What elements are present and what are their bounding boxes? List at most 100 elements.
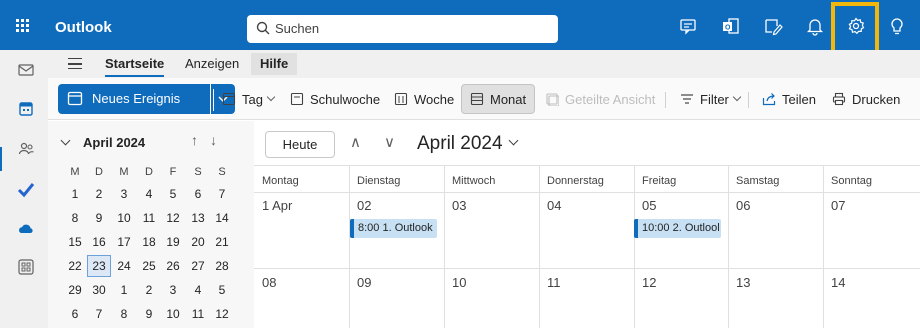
mini-calendar-day[interactable]: 5 — [161, 183, 185, 205]
toolbar-divider — [665, 92, 666, 108]
mini-calendar-day[interactable]: 6 — [186, 183, 210, 205]
day-cell-date[interactable]: 08 — [262, 275, 276, 290]
mini-calendar-day[interactable]: 8 — [112, 303, 136, 325]
mini-calendar-day[interactable]: 2 — [137, 279, 161, 301]
calendar-event[interactable]: 10:00 2. Outlool — [634, 219, 721, 238]
previous-month-icon[interactable]: ∧ — [350, 133, 361, 151]
day-cell-date[interactable]: 11 — [547, 275, 561, 290]
calendar-event[interactable]: 8:00 1. Outlook — [350, 219, 437, 238]
mini-calendar-day[interactable]: 19 — [161, 231, 185, 253]
chevron-down-icon[interactable] — [508, 135, 519, 146]
weekday-label: F — [169, 166, 177, 178]
mini-calendar-day[interactable]: 24 — [112, 255, 136, 277]
arrow-up-icon[interactable]: ↑ — [191, 132, 198, 148]
day-cell-date[interactable]: 09 — [357, 275, 371, 290]
share-icon — [762, 93, 776, 106]
mini-calendar-day[interactable]: 6 — [63, 303, 87, 325]
mini-calendar-day[interactable]: 11 — [186, 303, 210, 325]
mail-icon[interactable] — [17, 61, 35, 79]
today-button[interactable]: Heute — [265, 131, 335, 158]
tab-startseite[interactable]: Startseite — [105, 56, 165, 77]
mini-calendar-day[interactable]: 4 — [186, 279, 210, 301]
chevron-down-icon[interactable] — [60, 135, 71, 146]
mini-calendar-day[interactable]: 23 — [87, 255, 111, 277]
mini-calendar-day[interactable]: 21 — [210, 231, 234, 253]
tab-anzeigen[interactable]: Anzeigen — [185, 56, 239, 71]
app-title[interactable]: Outlook — [55, 19, 112, 36]
print-button[interactable]: Drucken — [832, 84, 900, 114]
mini-calendar: April 2024 ↑ ↓ M D M D F S S 1 2 3 4 5 6 7 8 9 10 11 12 13 14… — [48, 121, 254, 328]
todo-check-icon[interactable] — [17, 180, 35, 198]
mini-calendar-day[interactable]: 26 — [161, 255, 185, 277]
day-cell-date[interactable]: 06 — [736, 198, 750, 213]
mini-calendar-day[interactable]: 29 — [63, 279, 87, 301]
app-launcher-icon[interactable] — [16, 19, 29, 32]
mini-calendar-day[interactable]: 25 — [137, 255, 161, 277]
month-title[interactable]: April 2024 — [417, 133, 503, 155]
mini-calendar-day[interactable]: 1 — [112, 279, 136, 301]
day-cell-date[interactable]: 02 — [357, 198, 371, 213]
mini-calendar-day[interactable]: 3 — [161, 279, 185, 301]
mini-calendar-day[interactable]: 12 — [161, 207, 185, 229]
mini-calendar-day[interactable]: 7 — [87, 303, 111, 325]
menu-hamburger-icon[interactable] — [68, 58, 82, 69]
week-view-button[interactable]: Woche — [394, 84, 454, 114]
mini-calendar-day[interactable]: 10 — [161, 303, 185, 325]
day-cell-date[interactable]: 07 — [831, 198, 845, 213]
mini-calendar-day[interactable]: 30 — [87, 279, 111, 301]
mini-calendar-day[interactable]: 2 — [87, 183, 111, 205]
day-view-button[interactable]: Tag — [222, 84, 276, 114]
onedrive-cloud-icon[interactable] — [17, 220, 35, 238]
mini-calendar-day[interactable]: 20 — [186, 231, 210, 253]
mini-calendar-day[interactable]: 12 — [210, 303, 234, 325]
mini-calendar-day[interactable]: 22 — [63, 255, 87, 277]
search-box[interactable]: Suchen — [247, 15, 558, 43]
mini-calendar-day[interactable]: 11 — [137, 207, 161, 229]
mini-calendar-day[interactable]: 28 — [210, 255, 234, 277]
new-event-button[interactable]: Neues Ereignis — [58, 84, 210, 114]
day-cell-date[interactable]: 04 — [547, 198, 561, 213]
ribbon-toolbar: Neues Ereignis Tag Schulwoche Woche Mona… — [48, 78, 920, 120]
notifications-bell-icon[interactable] — [804, 15, 826, 37]
tab-hilfe[interactable]: Hilfe — [251, 53, 298, 75]
mini-calendar-day[interactable]: 5 — [210, 279, 234, 301]
next-month-icon[interactable]: ∨ — [384, 133, 395, 151]
mini-calendar-day[interactable]: 7 — [210, 183, 234, 205]
day-cell-date[interactable]: 1 Apr — [262, 198, 292, 213]
printer-icon — [832, 92, 846, 106]
mini-calendar-day[interactable]: 9 — [137, 303, 161, 325]
day-cell-date[interactable]: 14 — [831, 275, 845, 290]
mini-calendar-day[interactable]: 16 — [87, 231, 111, 253]
tips-lightbulb-icon[interactable] — [886, 15, 908, 37]
people-icon[interactable] — [17, 140, 35, 158]
mini-calendar-day[interactable]: 8 — [63, 207, 87, 229]
day-cell-date[interactable]: 05 — [642, 198, 656, 213]
mini-calendar-day[interactable]: 10 — [112, 207, 136, 229]
teams-chat-icon[interactable] — [678, 15, 700, 37]
mini-calendar-day[interactable]: 15 — [63, 231, 87, 253]
day-cell-date[interactable]: 12 — [642, 275, 656, 290]
feedback-icon[interactable] — [762, 15, 784, 37]
mini-calendar-day[interactable]: 4 — [137, 183, 161, 205]
arrow-down-icon[interactable]: ↓ — [210, 132, 217, 148]
day-cell-date[interactable]: 10 — [452, 275, 466, 290]
mini-calendar-day[interactable]: 9 — [87, 207, 111, 229]
work-week-button[interactable]: Schulwoche — [290, 84, 380, 114]
mini-calendar-day[interactable]: 13 — [186, 207, 210, 229]
mini-calendar-day[interactable]: 14 — [210, 207, 234, 229]
office-apps-icon[interactable]: O — [720, 15, 742, 37]
mini-calendar-day[interactable]: 17 — [112, 231, 136, 253]
month-view-button[interactable]: Monat — [461, 84, 536, 114]
mini-calendar-title[interactable]: April 2024 — [83, 135, 145, 150]
share-button[interactable]: Teilen — [762, 84, 816, 114]
day-cell-date[interactable]: 13 — [736, 275, 750, 290]
shared-view-button[interactable]: Geteilte Ansicht — [545, 84, 655, 114]
mini-calendar-day[interactable]: 3 — [112, 183, 136, 205]
day-cell-date[interactable]: 03 — [452, 198, 466, 213]
mini-calendar-day[interactable]: 18 — [137, 231, 161, 253]
calendar-icon[interactable] — [17, 100, 35, 118]
more-apps-icon[interactable] — [17, 258, 35, 276]
mini-calendar-day[interactable]: 27 — [186, 255, 210, 277]
mini-calendar-day[interactable]: 1 — [63, 183, 87, 205]
filter-button[interactable]: Filter — [680, 84, 742, 114]
